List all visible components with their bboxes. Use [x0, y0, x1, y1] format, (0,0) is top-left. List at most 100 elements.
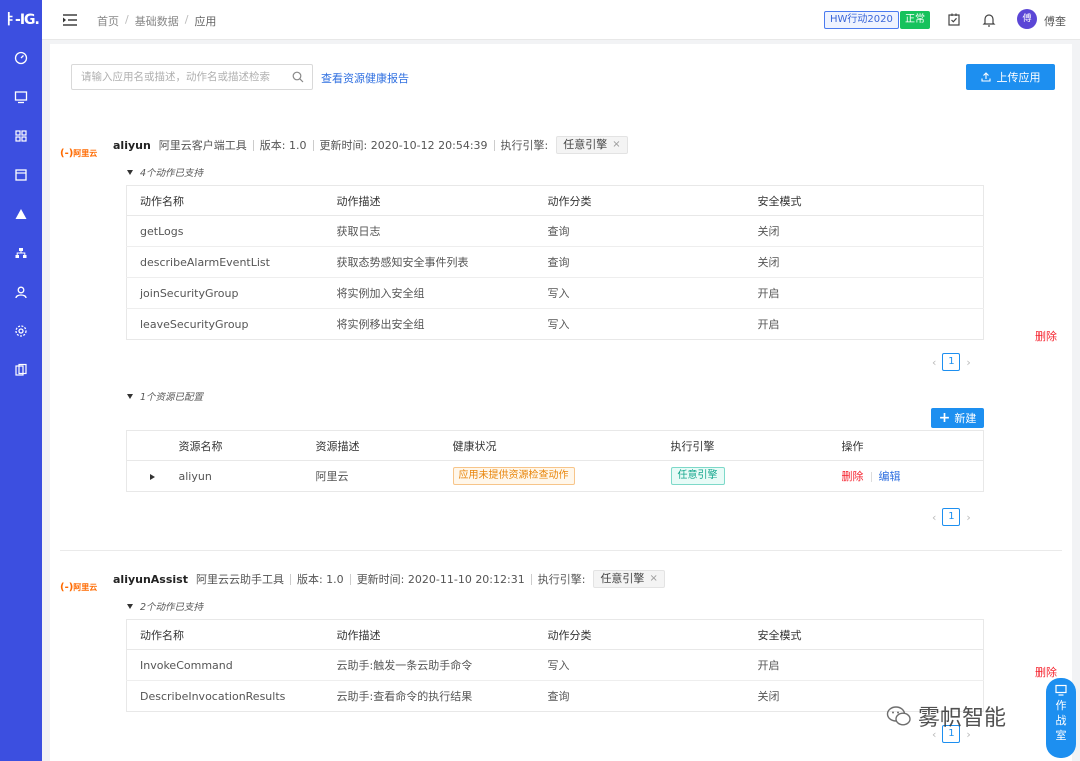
engine-tag[interactable]: 任意引擎 ×	[593, 570, 665, 588]
app-engine-label: 执行引擎:	[537, 573, 586, 586]
column-header: 资源描述	[315, 430, 453, 461]
app-updated-time: 更新时间: 2020-11-10 20:12:31	[356, 573, 525, 586]
close-icon[interactable]: ×	[612, 137, 620, 153]
plus-icon: +	[938, 410, 951, 426]
next-page-button[interactable]: ›	[966, 356, 970, 369]
next-page-button[interactable]: ›	[966, 511, 970, 524]
search-icon[interactable]	[292, 71, 304, 83]
table-row: joinSecurityGroup 将实例加入安全组 写入 开启	[126, 277, 984, 309]
panel-icon[interactable]	[11, 165, 31, 185]
breadcrumb-separator: /	[125, 13, 129, 26]
prev-page-button[interactable]: ‹	[932, 356, 936, 369]
action-desc: 将实例移出安全组	[336, 318, 425, 331]
table-row: aliyun 阿里云 应用未提供资源检查动作 任意引擎 删除 编辑	[127, 461, 984, 492]
actions-collapse-toggle[interactable]: 4个动作已支持	[127, 165, 203, 179]
caret-right-icon	[150, 473, 155, 480]
health-report-link[interactable]: 查看资源健康报告	[321, 70, 409, 86]
new-resource-label: 新建	[954, 412, 977, 425]
delete-app-button[interactable]: 删除	[1035, 328, 1057, 344]
docs-icon[interactable]	[11, 360, 31, 380]
upload-app-button[interactable]: 上传应用	[966, 64, 1055, 90]
action-name: leaveSecurityGroup	[140, 317, 249, 331]
table-row: DescribeInvocationResults 云助手:查看命令的执行结果 …	[127, 681, 984, 712]
table-row: InvokeCommand 云助手:触发一条云助手命令 写入 开启	[126, 649, 984, 681]
health-status-tag: 应用未提供资源检查动作	[452, 467, 575, 485]
column-header: 动作描述	[336, 185, 548, 216]
table-header-row: 动作名称 动作描述 动作分类 安全模式	[126, 619, 984, 650]
alert-triangle-icon[interactable]	[11, 204, 31, 224]
column-header: 执行引擎	[670, 430, 842, 461]
aliyun-vendor-logo: (-)阿里云	[60, 582, 98, 593]
app-header: aliyunAssist 阿里云云助手工具 版本: 1.0 更新时间: 2020…	[113, 570, 665, 588]
main-content: 查看资源健康报告 上传应用 (-)阿里云 aliyun 阿里云客户端工具 版本:…	[50, 44, 1072, 761]
action-name: InvokeCommand	[126, 649, 337, 681]
menu-toggle-icon[interactable]	[62, 12, 78, 28]
action-category: 写入	[547, 318, 570, 331]
war-room-label-3: 室	[1055, 729, 1067, 742]
actions-collapse-toggle[interactable]: 2个动作已支持	[127, 599, 203, 613]
action-name: getLogs	[126, 215, 337, 247]
search-input[interactable]	[71, 64, 313, 90]
caret-down-icon	[127, 393, 133, 399]
hierarchy-icon[interactable]	[11, 243, 31, 263]
action-category: 写入	[547, 277, 758, 309]
action-category: 写入	[547, 649, 758, 681]
settings-gear-icon[interactable]	[11, 321, 31, 341]
vendor-logo-text: 阿里云	[73, 583, 98, 592]
war-room-button[interactable]: 作 战 室	[1046, 678, 1076, 758]
task-check-icon[interactable]	[946, 12, 962, 28]
app-logo[interactable]: ㅑ-IG.	[3, 10, 40, 30]
action-safe-mode: 关闭	[757, 246, 984, 278]
vendor-logo-text: 阿里云	[73, 149, 98, 158]
action-safe-mode: 开启	[757, 649, 984, 681]
action-desc: 获取态势感知安全事件列表	[336, 246, 548, 278]
expand-row-toggle[interactable]	[127, 461, 179, 492]
column-header: 动作分类	[547, 185, 758, 216]
resource-name: aliyun	[178, 469, 212, 483]
action-name: describeAlarmEventList	[126, 246, 337, 278]
close-icon[interactable]: ×	[649, 571, 657, 587]
breadcrumb-home[interactable]: 首页	[97, 13, 119, 29]
action-desc: 云助手:触发一条云助手命令	[336, 649, 548, 681]
delete-app-button[interactable]: 删除	[1035, 664, 1057, 680]
actions-table: 动作名称 动作描述 动作分类 安全模式 InvokeCommand 云助手:触发…	[126, 619, 984, 712]
resource-engine-tag: 任意引擎	[670, 467, 725, 485]
app-description: 阿里云客户端工具	[158, 139, 247, 152]
avatar[interactable]: 傅	[1017, 9, 1037, 29]
bell-icon[interactable]	[981, 12, 997, 28]
new-resource-button[interactable]: + 新建	[931, 408, 984, 428]
actions-summary: 2个动作已支持	[140, 602, 204, 613]
actions-summary: 4个动作已支持	[140, 168, 204, 179]
sidebar: ㅑ-IG.	[0, 0, 42, 761]
app-header: aliyun 阿里云客户端工具 版本: 1.0 更新时间: 2020-10-12…	[113, 136, 628, 154]
app-updated-time: 更新时间: 2020-10-12 20:54:39	[319, 139, 488, 152]
page-number-button[interactable]: 1	[942, 353, 961, 371]
monitor-icon[interactable]	[11, 87, 31, 107]
breadcrumb: 首页 / 基础数据 / 应用	[97, 13, 216, 29]
apps-grid-icon[interactable]	[11, 126, 31, 146]
action-safe-mode: 开启	[757, 277, 984, 309]
resources-collapse-toggle[interactable]: 1个资源已配置	[127, 389, 203, 403]
table-header-row: 动作名称 动作描述 动作分类 安全模式	[126, 185, 984, 216]
breadcrumb-base-data[interactable]: 基础数据	[135, 13, 179, 29]
action-name: DescribeInvocationResults	[140, 689, 286, 703]
engine-tag[interactable]: 任意引擎 ×	[556, 136, 628, 154]
watermark: 雾帜智能	[886, 700, 1006, 732]
engine-tag-label: 任意引擎	[600, 572, 645, 585]
edit-resource-button[interactable]: 编辑	[879, 470, 901, 483]
action-desc: 将实例加入安全组	[336, 277, 548, 309]
actions-table: 动作名称 动作描述 动作分类 安全模式 getLogs 获取日志 查询 关闭 d…	[126, 185, 984, 340]
username[interactable]: 傅奎	[1044, 13, 1066, 29]
prev-page-button[interactable]: ‹	[932, 511, 936, 524]
wechat-icon	[886, 706, 911, 726]
page-number-button[interactable]: 1	[942, 508, 961, 526]
hw-action-tag[interactable]: HW行动2020	[824, 11, 899, 29]
user-icon[interactable]	[11, 282, 31, 302]
resources-pagination: ‹ 1 ›	[932, 508, 971, 526]
column-header: 动作名称	[126, 185, 337, 216]
column-header: 动作描述	[336, 619, 548, 650]
app-engine-label: 执行引擎:	[500, 139, 549, 152]
action-desc: 云助手:查看命令的执行结果	[336, 690, 473, 703]
delete-resource-button[interactable]: 删除	[842, 470, 864, 483]
dashboard-icon[interactable]	[11, 48, 31, 68]
